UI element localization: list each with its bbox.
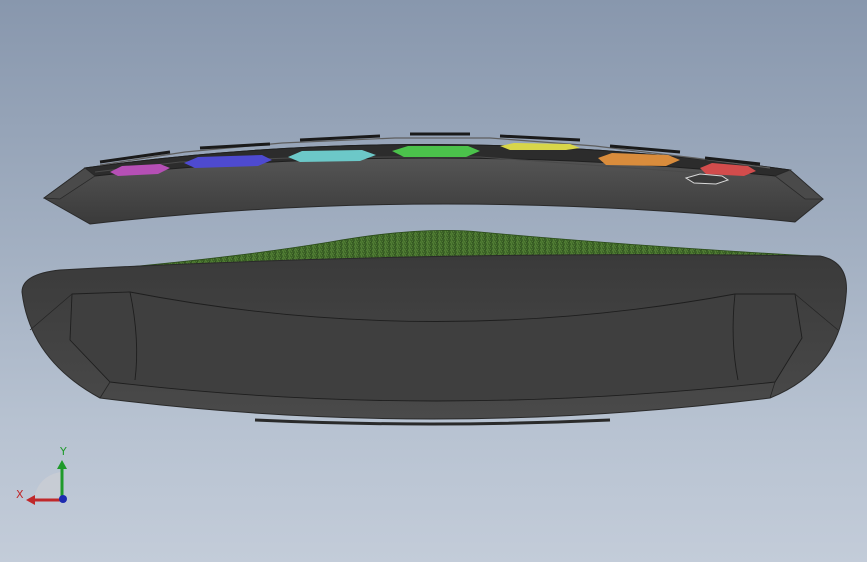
cad-viewport[interactable]: Y X [0, 0, 867, 562]
3d-model-view[interactable]: Y X [0, 0, 867, 562]
z-axis-dot [59, 495, 67, 503]
y-axis-label: Y [59, 445, 67, 458]
hex-pocket-yellow [500, 143, 580, 150]
triad-plane-icon [34, 472, 62, 500]
lid-part[interactable] [42, 132, 825, 225]
axis-triad: Y X [16, 445, 67, 505]
x-axis-label: X [16, 488, 24, 501]
tray-part[interactable] [21, 229, 847, 426]
hex-pocket-green [392, 146, 480, 157]
